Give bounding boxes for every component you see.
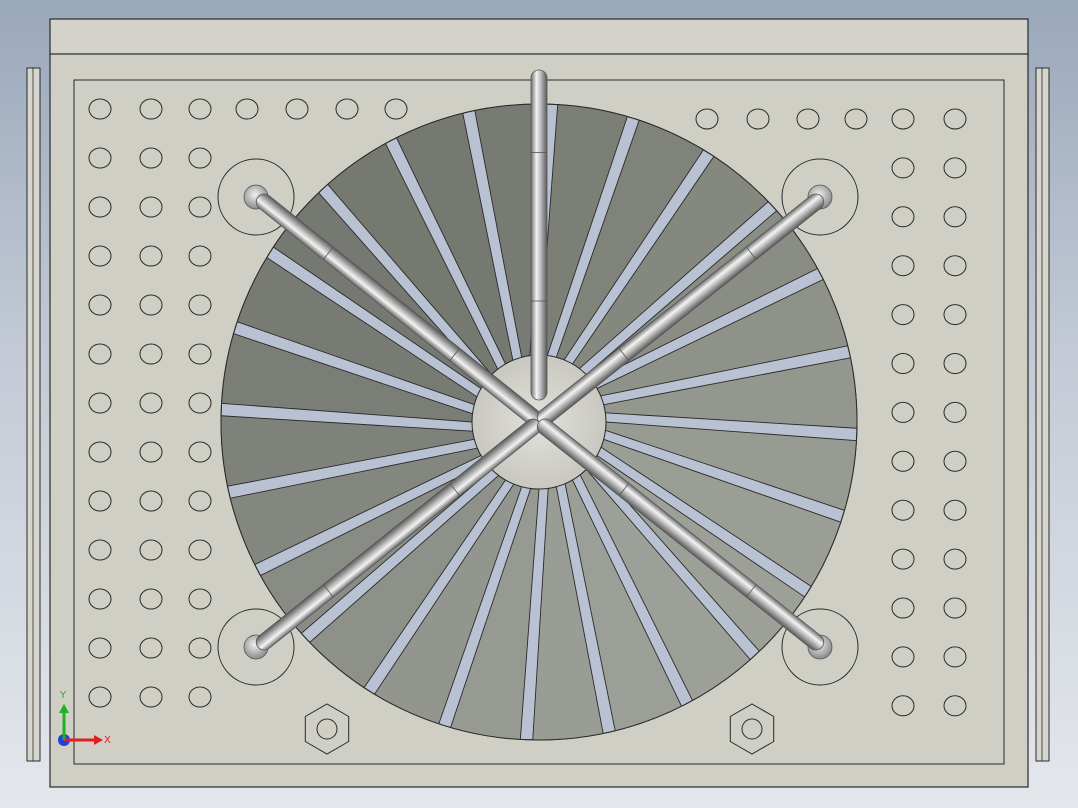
- spoke-tube: [530, 69, 548, 401]
- y-axis-label: Y: [59, 690, 67, 701]
- side-rail-right: [1035, 67, 1050, 762]
- spoke: [530, 69, 548, 401]
- side-rail-left: [26, 67, 41, 762]
- cad-viewport[interactable]: X Y: [0, 0, 1078, 808]
- top-flange: [49, 18, 1029, 55]
- model-view[interactable]: X Y: [0, 0, 1078, 808]
- x-axis-label: X: [104, 735, 111, 746]
